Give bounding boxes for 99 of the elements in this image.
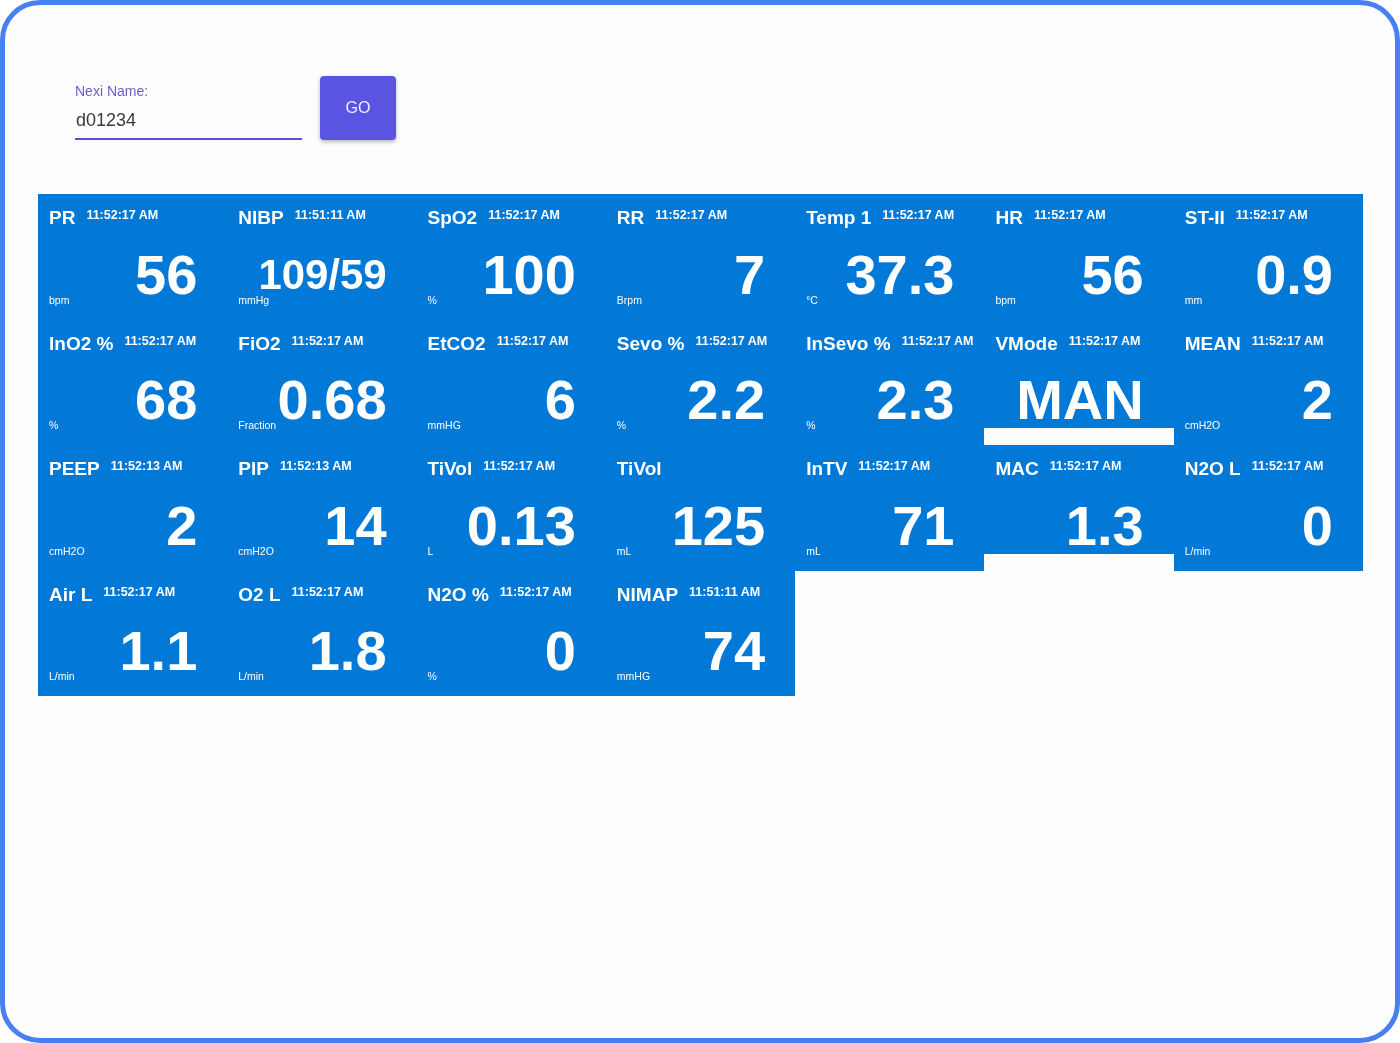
vital-name: EtCO2: [427, 331, 486, 356]
vital-timestamp: 11:52:17 AM: [291, 332, 364, 349]
vital-timestamp: 11:52:17 AM: [488, 207, 560, 223]
vital-unit: %: [427, 671, 437, 683]
vital-name: NIBP: [238, 206, 284, 230]
vital-timestamp: 11:52:17 AM: [483, 458, 556, 475]
vital-unit: mL: [806, 545, 821, 557]
vital-timestamp: 11:52:17 AM: [496, 332, 569, 349]
vital-value: 2.2: [687, 372, 766, 429]
vital-unit: bpm: [995, 294, 1016, 306]
vital-name: RR: [616, 206, 645, 230]
vital-unit: mmHG: [427, 420, 461, 432]
vital-timestamp: 11:52:17 AM: [901, 332, 974, 349]
vital-value: 68: [135, 372, 198, 429]
field-label: Nexi Name:: [75, 82, 150, 100]
vital-name: HR: [995, 206, 1023, 230]
vital-unit: mm: [1184, 294, 1203, 306]
vital-timestamp: 11:52:17 AM: [695, 332, 768, 349]
vital-timestamp: 11:52:17 AM: [86, 207, 159, 223]
vital-unit: cmH2O: [49, 545, 85, 557]
vital-unit: cmH2O: [1184, 420, 1221, 432]
vital-unit: Brpm: [616, 294, 642, 306]
vital-value: 2: [1301, 372, 1333, 429]
vital-timestamp: 11:52:17 AM: [882, 207, 955, 223]
vital-unit: cmH2O: [238, 545, 274, 557]
vital-value: 100: [482, 246, 576, 303]
vital-timestamp: 11:52:17 AM: [1251, 332, 1324, 349]
vital-unit: L/min: [1184, 545, 1211, 557]
vital-value: 0.68: [277, 372, 387, 429]
vital-name: O2 L: [238, 582, 281, 607]
vital-value: 2.3: [876, 372, 955, 429]
vital-timestamp: 11:52:13 AM: [279, 458, 352, 475]
vital-timestamp: 11:52:17 AM: [1235, 207, 1308, 223]
vital-value: 1.1: [119, 623, 198, 680]
vital-name: ST-II: [1184, 206, 1225, 230]
vital-name: FiO2: [238, 331, 281, 356]
vital-unit: %: [616, 420, 627, 432]
vital-timestamp: 11:52:17 AM: [1049, 458, 1122, 475]
vital-name: InTV: [806, 457, 848, 482]
vital-value: 56: [1081, 246, 1144, 303]
vital-value: 74: [702, 623, 766, 680]
vital-timestamp: 11:52:17 AM: [1068, 332, 1141, 349]
vital-timestamp: 11:52:17 AM: [1033, 207, 1106, 223]
vital-name: Sevo %: [616, 331, 685, 356]
vital-value: 1.8: [308, 623, 387, 680]
vital-name: PR: [49, 206, 76, 230]
vital-value: 14: [324, 497, 387, 554]
vital-timestamp: 11:51:11 AM: [294, 207, 366, 223]
vital-value: MAN: [1016, 372, 1144, 429]
vital-unit: °C: [806, 294, 818, 306]
vital-name: N2O L: [1184, 457, 1241, 482]
name-input-field[interactable]: d01234: [75, 99, 302, 140]
vital-timestamp: 11:52:17 AM: [103, 583, 176, 600]
vital-unit: L/min: [238, 671, 264, 683]
vital-value: 0: [1301, 497, 1333, 554]
vital-value: 56: [135, 246, 198, 303]
vital-value: 125: [671, 497, 766, 554]
vital-name: TiVol: [427, 457, 473, 482]
vital-unit: L/min: [49, 671, 75, 683]
vital-timestamp: 11:52:17 AM: [655, 207, 728, 223]
vital-name: TiVol: [616, 457, 662, 482]
vital-name: MAC: [995, 457, 1039, 482]
vital-timestamp: 11:52:17 AM: [291, 583, 364, 600]
vital-timestamp: 11:52:17 AM: [858, 458, 931, 475]
vital-value: 71: [892, 497, 955, 554]
vital-value: 0.13: [466, 497, 576, 554]
vital-name: Temp 1: [806, 206, 872, 230]
vital-unit: Fraction: [238, 420, 277, 432]
vital-name: PIP: [238, 457, 269, 482]
vital-name: PEEP: [49, 457, 100, 482]
vital-value: 0.9: [1255, 246, 1333, 303]
vital-unit: %: [806, 420, 816, 432]
vital-unit: %: [427, 294, 437, 306]
vital-timestamp: 11:52:17 AM: [124, 332, 197, 349]
vital-name: MEAN: [1184, 331, 1241, 356]
vital-value: 0: [544, 623, 576, 680]
go-button[interactable]: GO: [320, 76, 396, 140]
vital-name: InO2 %: [49, 331, 114, 356]
vital-unit: L: [427, 545, 434, 557]
vital-value: 1.3: [1065, 497, 1144, 554]
vital-value: 2: [166, 497, 198, 554]
vital-unit: %: [49, 420, 59, 432]
vital-name: SpO2: [427, 206, 478, 230]
vital-name: VMode: [995, 331, 1058, 356]
vital-timestamp: 11:52:17 AM: [499, 583, 572, 600]
vital-timestamp: 11:52:17 AM: [1251, 458, 1324, 475]
vital-unit: mL: [616, 545, 632, 557]
vital-name: N2O %: [427, 582, 489, 607]
vital-timestamp: 11:51:11 AM: [689, 583, 761, 600]
vital-unit: bpm: [49, 294, 70, 306]
vital-name: Air L: [49, 582, 93, 607]
vital-value: 6: [544, 372, 576, 429]
vital-value: 7: [734, 246, 766, 303]
vital-unit: mmHG: [616, 671, 651, 683]
vital-name: NIMAP: [616, 582, 679, 607]
vital-timestamp: 11:52:13 AM: [110, 458, 183, 475]
vital-unit: mmHg: [238, 294, 270, 306]
vital-name: InSevo %: [806, 331, 891, 356]
vital-value: 37.3: [845, 246, 955, 303]
